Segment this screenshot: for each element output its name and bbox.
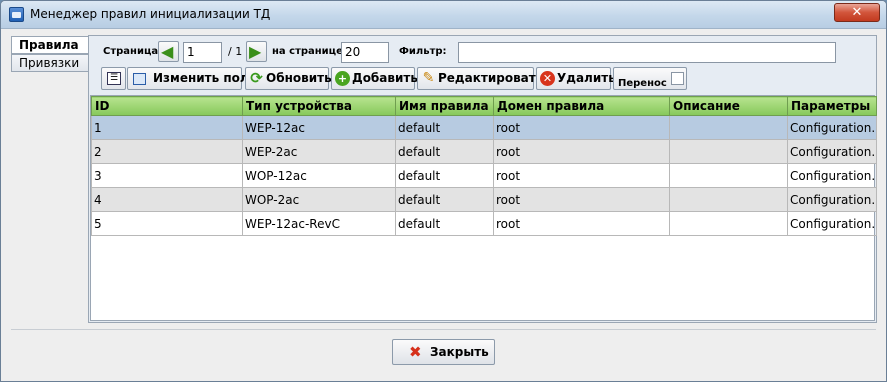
- cell-rule-name: default: [395, 187, 494, 212]
- per-page-input[interactable]: 20: [341, 42, 389, 63]
- window-title: Менеджер правил инициализации ТД: [30, 7, 271, 21]
- delete-button[interactable]: ✕ Удалить: [536, 67, 616, 90]
- table-header-row: ID Тип устройства Имя правила Домен прав…: [91, 96, 877, 116]
- cell-rule-name: default: [395, 163, 494, 188]
- title-bar[interactable]: Менеджер правил инициализации ТД ✕: [1, 1, 886, 29]
- side-tabs: Правила Привязки: [11, 36, 88, 72]
- cell-description: [669, 115, 788, 140]
- wrap-toggle[interactable]: Перенос: [613, 67, 687, 90]
- tab-bindings[interactable]: Привязки: [11, 54, 88, 72]
- action-toolbar: ☰ Изменить поля ⟳ Обновить + Добавить ✎ …: [89, 67, 876, 91]
- cell-parameters: Configuration...: [787, 115, 877, 140]
- prev-page-button[interactable]: ◀: [158, 41, 179, 62]
- filter-label: Фильтр:: [399, 46, 447, 57]
- table-row[interactable]: 1 WEP-12ac default root Configuration...: [91, 115, 877, 140]
- cell-device-type: WEP-12ac: [242, 115, 396, 140]
- cell-id: 5: [91, 211, 243, 236]
- delete-icon: ✕: [540, 71, 555, 86]
- col-header-rule-domain[interactable]: Домен правила: [493, 96, 670, 116]
- cell-id: 1: [91, 115, 243, 140]
- pager-toolbar: Страница: ◀ 1 / 1 ▶ на странице: 20 Филь…: [89, 36, 876, 66]
- cell-device-type: WEP-2ac: [242, 139, 396, 164]
- cell-description: [669, 163, 788, 188]
- col-header-rule-name[interactable]: Имя правила: [395, 96, 494, 116]
- refresh-icon: ⟳: [250, 69, 263, 87]
- cell-device-type: WOP-2ac: [242, 187, 396, 212]
- close-label: Закрыть: [430, 345, 489, 359]
- cell-parameters: Configuration...: [787, 163, 877, 188]
- form-icon: [133, 73, 146, 85]
- rules-table: ID Тип устройства Имя правила Домен прав…: [90, 95, 877, 321]
- cell-description: [669, 187, 788, 212]
- col-header-id[interactable]: ID: [91, 96, 243, 116]
- wrap-checkbox[interactable]: [671, 72, 684, 85]
- cell-rule-name: default: [395, 115, 494, 140]
- tab-rules[interactable]: Правила: [11, 36, 88, 54]
- cell-rule-domain: root: [493, 139, 670, 164]
- cell-parameters: Configuration...: [787, 139, 877, 164]
- edit-fields-button[interactable]: Изменить поля: [127, 67, 256, 90]
- cell-device-type: WOP-12ac: [242, 163, 396, 188]
- per-page-label: на странице:: [272, 46, 347, 57]
- cell-description: [669, 211, 788, 236]
- page-label: Страница:: [103, 46, 163, 57]
- arrow-right-icon: ▶: [249, 42, 262, 61]
- table-row[interactable]: 3 WOP-12ac default root Configuration...: [91, 163, 877, 188]
- footer-divider: [11, 329, 876, 330]
- page-total: / 1: [228, 45, 243, 58]
- list-icon: ☰: [107, 72, 121, 85]
- cell-rule-domain: root: [493, 211, 670, 236]
- cell-rule-name: default: [395, 139, 494, 164]
- table-row[interactable]: 4 WOP-2ac default root Configuration...: [91, 187, 877, 212]
- delete-label: Удалить: [557, 71, 616, 85]
- cell-id: 4: [91, 187, 243, 212]
- table-row[interactable]: 5 WEP-12ac-RevC default root Configurati…: [91, 211, 877, 236]
- add-button[interactable]: + Добавить: [331, 67, 418, 90]
- wrap-label: Перенос: [618, 78, 667, 89]
- plus-icon: +: [335, 71, 350, 86]
- cell-rule-domain: root: [493, 115, 670, 140]
- next-page-button[interactable]: ▶: [246, 41, 267, 62]
- cell-description: [669, 139, 788, 164]
- columns-menu-button[interactable]: ☰: [101, 67, 126, 90]
- pencil-icon: ✎: [422, 70, 435, 86]
- arrow-left-icon: ◀: [161, 42, 174, 61]
- cell-device-type: WEP-12ac-RevC: [242, 211, 396, 236]
- close-icon: ✖: [409, 343, 422, 361]
- cell-id: 2: [91, 139, 243, 164]
- close-button[interactable]: ✖ Закрыть: [392, 339, 495, 365]
- cell-rule-name: default: [395, 211, 494, 236]
- filter-input[interactable]: [458, 42, 836, 63]
- edit-button[interactable]: ✎ Редактировать: [417, 67, 543, 90]
- col-header-description[interactable]: Описание: [669, 96, 788, 116]
- cell-rule-domain: root: [493, 187, 670, 212]
- col-header-parameters[interactable]: Параметры: [787, 96, 877, 116]
- edit-label: Редактировать: [438, 71, 544, 85]
- table-row[interactable]: 2 WEP-2ac default root Configuration...: [91, 139, 877, 164]
- window-close-button[interactable]: ✕: [834, 3, 880, 22]
- edit-fields-label: Изменить поля: [153, 71, 257, 85]
- add-label: Добавить: [352, 71, 418, 85]
- cell-id: 3: [91, 163, 243, 188]
- refresh-label: Обновить: [266, 71, 332, 85]
- cell-parameters: Configuration...: [787, 187, 877, 212]
- page-input[interactable]: 1: [183, 42, 222, 63]
- rules-panel: Страница: ◀ 1 / 1 ▶ на странице: 20 Филь…: [88, 35, 877, 323]
- refresh-button[interactable]: ⟳ Обновить: [245, 67, 332, 90]
- app-icon: [9, 7, 24, 22]
- col-header-device-type[interactable]: Тип устройства: [242, 96, 396, 116]
- rule-manager-window: Менеджер правил инициализации ТД ✕ Прави…: [0, 0, 887, 382]
- cell-rule-domain: root: [493, 163, 670, 188]
- cell-parameters: Configuration...: [787, 211, 877, 236]
